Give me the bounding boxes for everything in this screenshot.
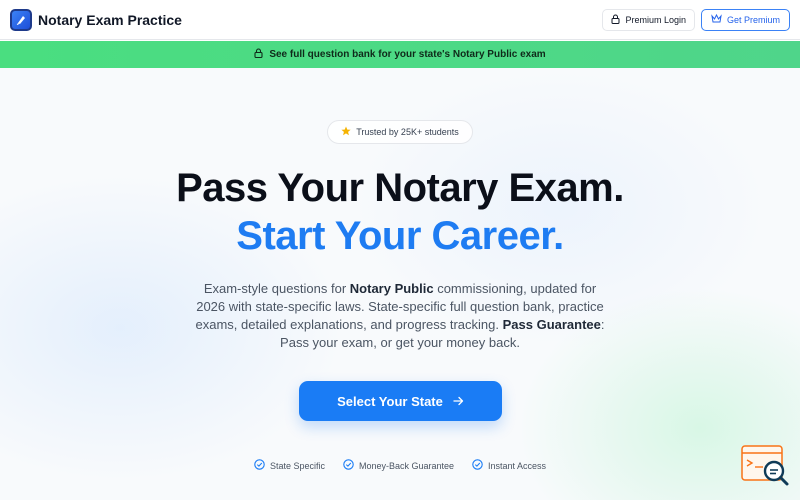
lock-icon bbox=[611, 14, 620, 26]
star-icon bbox=[341, 126, 351, 138]
desc-bold-guarantee: Pass Guarantee bbox=[502, 317, 601, 332]
desc-bold-notary: Notary Public bbox=[349, 281, 434, 296]
lock-icon bbox=[254, 48, 263, 61]
banner-text: See full question bank for your state's … bbox=[269, 49, 546, 60]
brand-title: Notary Exam Practice bbox=[38, 11, 182, 28]
hero-section: Trusted by 25K+ students Pass Your Notar… bbox=[0, 68, 800, 500]
header-actions: Premium Login Get Premium bbox=[602, 8, 790, 31]
crown-icon bbox=[711, 13, 722, 25]
feature-label: Money-Back Guarantee bbox=[358, 460, 455, 471]
brand[interactable]: Notary Exam Practice bbox=[10, 8, 182, 31]
top-header: Notary Exam Practice Premium Login Get P… bbox=[0, 0, 800, 40]
feature-item: Money-Back Guarantee bbox=[343, 459, 454, 472]
hero-title-line1: Pass Your Notary Exam. bbox=[176, 166, 624, 210]
feature-label: Instant Access bbox=[488, 460, 547, 471]
trust-badge-text: Trusted by 25K+ students bbox=[356, 127, 459, 137]
feature-list: State Specific Money-Back Guarantee Inst… bbox=[0, 459, 800, 472]
search-help-icon[interactable] bbox=[741, 445, 791, 489]
check-circle-icon bbox=[254, 459, 265, 472]
desc-part1: Exam-style questions for bbox=[203, 281, 350, 296]
premium-login-button[interactable]: Premium Login bbox=[602, 8, 695, 31]
hero-title-line2: Start Your Career. bbox=[236, 214, 564, 258]
check-circle-icon bbox=[343, 459, 354, 472]
hero-description: Exam-style questions for Notary Public c… bbox=[190, 280, 610, 352]
select-state-label: Select Your State bbox=[337, 393, 443, 409]
get-premium-label: Get Premium bbox=[726, 14, 780, 25]
promo-banner[interactable]: See full question bank for your state's … bbox=[0, 41, 800, 68]
trust-badge: Trusted by 25K+ students bbox=[327, 120, 473, 144]
feature-item: Instant Access bbox=[472, 459, 546, 472]
pen-nib-icon bbox=[10, 8, 32, 31]
check-circle-icon bbox=[472, 459, 483, 472]
select-state-button[interactable]: Select Your State bbox=[299, 381, 502, 421]
get-premium-button[interactable]: Get Premium bbox=[700, 8, 790, 31]
feature-item: State Specific bbox=[254, 459, 325, 472]
feature-label: State Specific bbox=[269, 460, 325, 471]
premium-login-label: Premium Login bbox=[625, 14, 686, 25]
arrow-right-icon bbox=[453, 394, 464, 409]
